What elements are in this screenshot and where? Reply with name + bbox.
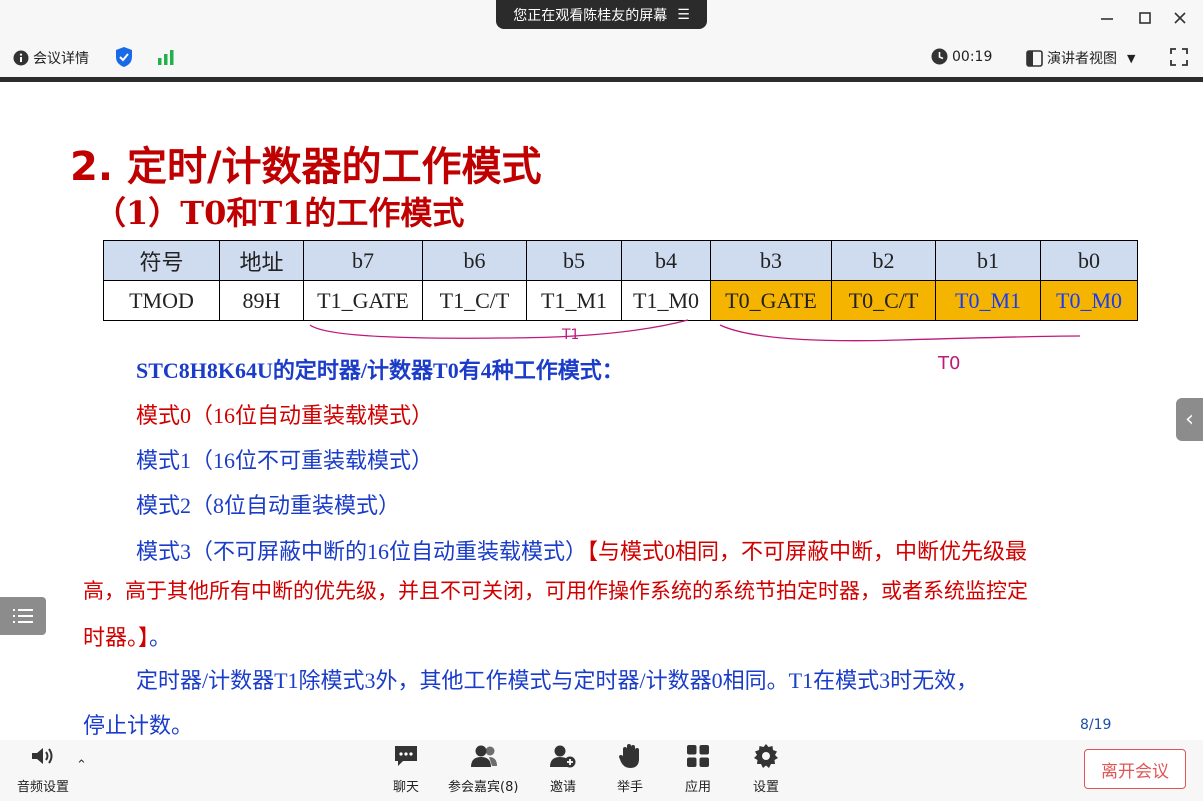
meeting-details-label: 会议详情 xyxy=(33,51,89,67)
raise-hand-button[interactable]: 举手 xyxy=(616,742,644,795)
hand-icon xyxy=(616,742,644,770)
mode3-line: 模式3（不可屏蔽中断的16位自动重装载模式）【与模式0相同，不可屏蔽中断，中断优… xyxy=(136,534,1027,566)
meeting-timer: 00:19 xyxy=(931,48,992,65)
maximize-icon xyxy=(1139,12,1151,24)
mode3-note-close: 时器。】 xyxy=(83,625,150,650)
side-list-button[interactable] xyxy=(0,597,46,635)
chat-button[interactable]: 聊天 xyxy=(392,742,420,795)
mode3-note-cont: 高，高于其他所有中断的优先级，并且不可关闭，可用作操作系统的系统节拍定时器，或者… xyxy=(83,579,1028,603)
t1-line: 定时器/计数器T1除模式3外，其他工作模式与定时器/计数器0相同。T1在模式3时… xyxy=(136,668,979,693)
list-icon xyxy=(13,609,33,623)
layout-icon xyxy=(1026,49,1043,67)
handwritten-t1-label: T1 xyxy=(561,327,579,343)
view-mode-label: 演讲者视图 xyxy=(1047,51,1117,67)
shield-icon[interactable] xyxy=(114,46,134,68)
mode0-line: 模式0（16位自动重装载模式） xyxy=(136,403,434,428)
list-icon[interactable]: ☰ xyxy=(677,7,690,23)
gear-icon xyxy=(752,742,780,770)
invite-button[interactable]: 邀请 xyxy=(549,742,577,795)
mode1-line: 模式1（16位不可重装载模式） xyxy=(136,448,434,473)
speaker-icon xyxy=(29,742,57,770)
meeting-details-button[interactable]: 会议详情 xyxy=(13,48,89,68)
mode3-period: 。 xyxy=(149,625,172,650)
chevron-up-icon[interactable]: ⌃ xyxy=(76,758,87,773)
people-icon xyxy=(469,742,498,770)
apps-button[interactable]: 应用 xyxy=(684,742,712,795)
minimize-button[interactable] xyxy=(1099,10,1115,30)
fullscreen-icon xyxy=(1170,48,1188,66)
banner-text: 您正在观看陈桂友的屏幕 xyxy=(513,7,668,24)
screen-share-banner[interactable]: 您正在观看陈桂友的屏幕 ☰ xyxy=(496,0,707,29)
settings-button[interactable]: 设置 xyxy=(752,742,780,795)
apps-label: 应用 xyxy=(684,780,711,795)
timer-text: 00:19 xyxy=(952,48,993,65)
meeting-info-row: 会议详情 00:19 演讲者视图 ▼ xyxy=(0,44,1203,72)
mode3-title: 模式3（不可屏蔽中断的16位自动重装载模式） xyxy=(136,539,588,564)
intro-line: STC8H8K64U的定时器/计数器T0有4种工作模式： xyxy=(136,358,624,383)
raise-hand-label: 举手 xyxy=(616,780,643,795)
settings-label: 设置 xyxy=(752,780,779,795)
audio-settings-button[interactable]: 音频设置 xyxy=(17,742,69,795)
signal-icon[interactable] xyxy=(156,48,176,66)
audio-settings-label: 音频设置 xyxy=(17,780,70,795)
participants-button[interactable]: 参会嘉宾(8) xyxy=(448,742,518,795)
expand-panel-button[interactable]: ‹ xyxy=(1176,398,1203,441)
maximize-button[interactable] xyxy=(1137,10,1153,30)
fullscreen-button[interactable] xyxy=(1170,48,1188,66)
mode2-line: 模式2（8位自动重装模式） xyxy=(136,493,401,518)
clock-icon xyxy=(931,48,948,65)
bottom-toolbar: 音频设置 ⌃ 聊天 参会嘉宾(8) 邀请 举手 应用 设置 离开会议 xyxy=(0,740,1203,801)
info-icon xyxy=(13,50,29,66)
add-user-icon xyxy=(549,742,577,770)
page-number: 8/19 xyxy=(1080,717,1112,733)
apps-icon xyxy=(684,742,712,770)
shared-slide: 2. 定时/计数器的工作模式 （1）T0和T1的工作模式 符号 地址 b7 b6… xyxy=(0,82,1203,740)
close-icon xyxy=(1174,12,1186,24)
view-mode-dropdown[interactable]: 演讲者视图 ▼ xyxy=(1026,48,1135,68)
close-button[interactable] xyxy=(1172,10,1188,30)
mode3-note: 【与模式0相同，不可屏蔽中断，中断优先级最 xyxy=(587,539,1028,564)
mode3-note-end: 时器。】。 xyxy=(83,620,171,652)
handwritten-t0-label: T0 xyxy=(937,353,960,374)
chevron-down-icon: ▼ xyxy=(1127,51,1136,65)
minimize-icon xyxy=(1101,18,1113,20)
t1-line-cont: 停止计数。 xyxy=(83,713,194,738)
invite-label: 邀请 xyxy=(549,780,576,795)
chevron-left-icon: ‹ xyxy=(1185,407,1194,432)
chat-label: 聊天 xyxy=(392,780,419,795)
participants-label: 参会嘉宾(8) xyxy=(448,780,519,795)
top-bar: 您正在观看陈桂友的屏幕 ☰ 会议详情 00:19 演讲者视图 ▼ xyxy=(0,0,1203,78)
leave-meeting-button[interactable]: 离开会议 xyxy=(1084,749,1186,789)
chat-icon xyxy=(392,742,420,770)
